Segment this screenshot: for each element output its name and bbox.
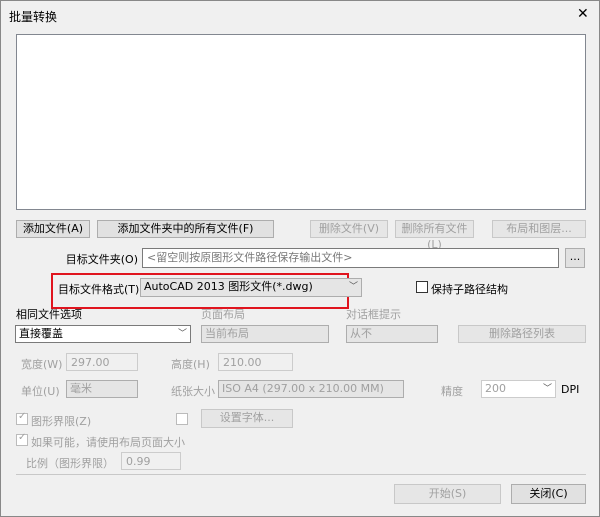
paper-label: 纸张大小: [171, 385, 215, 398]
close-button[interactable]: 关闭(C): [511, 484, 586, 504]
height-input[interactable]: 210.00: [218, 353, 293, 371]
add-folder-button[interactable]: 添加文件夹中的所有文件(F): [97, 220, 274, 238]
dpi-label: DPI: [561, 383, 580, 396]
paper-select[interactable]: ISO A4 (297.00 x 210.00 MM): [218, 380, 404, 398]
batch-convert-dialog: 批量转换 ✕ 添加文件(A) 添加文件夹中的所有文件(F) 删除文件(V) 删除…: [0, 0, 600, 517]
height-label: 高度(H): [171, 358, 210, 371]
target-format-label: 目标文件格式(T): [58, 283, 140, 296]
scale-input[interactable]: 0.99: [121, 452, 181, 470]
chevron-down-icon: ﹀: [177, 329, 187, 339]
width-label: 宽度(W): [21, 358, 63, 371]
separator: [16, 474, 586, 475]
chevron-down-icon: ﹀: [348, 282, 358, 292]
prompt-select[interactable]: 从不: [346, 325, 438, 343]
use-layout-label: 如果可能，请使用布局页面大小: [31, 436, 185, 449]
scale-label: 比例（图形界限）: [26, 457, 114, 470]
clear-path-button[interactable]: 删除路径列表: [458, 325, 586, 343]
same-file-label: 相同文件选项: [16, 308, 82, 321]
extents-checkbox[interactable]: ✓: [16, 411, 28, 425]
browse-button[interactable]: ...: [565, 248, 585, 268]
layout-layers-button[interactable]: 布局和图层...: [492, 220, 586, 238]
dialog-title: 批量转换: [9, 10, 58, 24]
same-file-select[interactable]: 直接覆盖 ﹀: [15, 325, 191, 343]
same-file-value: 直接覆盖: [19, 327, 63, 340]
chevron-down-icon: ﹀: [542, 384, 552, 394]
target-folder-label: 目标文件夹(O): [65, 253, 138, 266]
keep-subpath-label: 保持子路径结构: [431, 283, 508, 296]
target-format-select[interactable]: AutoCAD 2013 图形文件(*.dwg) ﹀: [140, 278, 362, 297]
extents-label: 图形界限(Z): [31, 415, 92, 428]
use-layout-checkbox[interactable]: ✓: [16, 432, 28, 446]
file-list[interactable]: [16, 34, 586, 210]
resolution-value: 200: [485, 382, 506, 395]
page-layout-select[interactable]: 当前布局: [201, 325, 329, 343]
remove-all-button[interactable]: 删除所有文件(L): [395, 220, 474, 251]
unit-label: 单位(U): [21, 385, 60, 398]
page-layout-label: 页面布局: [201, 308, 245, 321]
remove-file-button[interactable]: 删除文件(V): [310, 220, 388, 238]
width-input[interactable]: 297.00: [66, 353, 138, 371]
target-format-value: AutoCAD 2013 图形文件(*.dwg): [144, 280, 313, 293]
keep-subpath-checkbox[interactable]: [416, 281, 428, 293]
unit-select[interactable]: 毫米: [66, 380, 138, 398]
resolution-select[interactable]: 200 ﹀: [481, 380, 556, 398]
close-icon[interactable]: ✕: [577, 6, 589, 22]
set-font-button[interactable]: 设置字体...: [201, 409, 293, 428]
resolution-label: 精度: [441, 385, 463, 398]
prompt-label: 对话框提示: [346, 308, 401, 321]
start-button[interactable]: 开始(S): [394, 484, 501, 504]
font-checkbox[interactable]: [176, 413, 188, 425]
add-file-button[interactable]: 添加文件(A): [16, 220, 90, 238]
target-folder-input[interactable]: <留空则按原图形文件路径保存输出文件>: [142, 248, 559, 268]
